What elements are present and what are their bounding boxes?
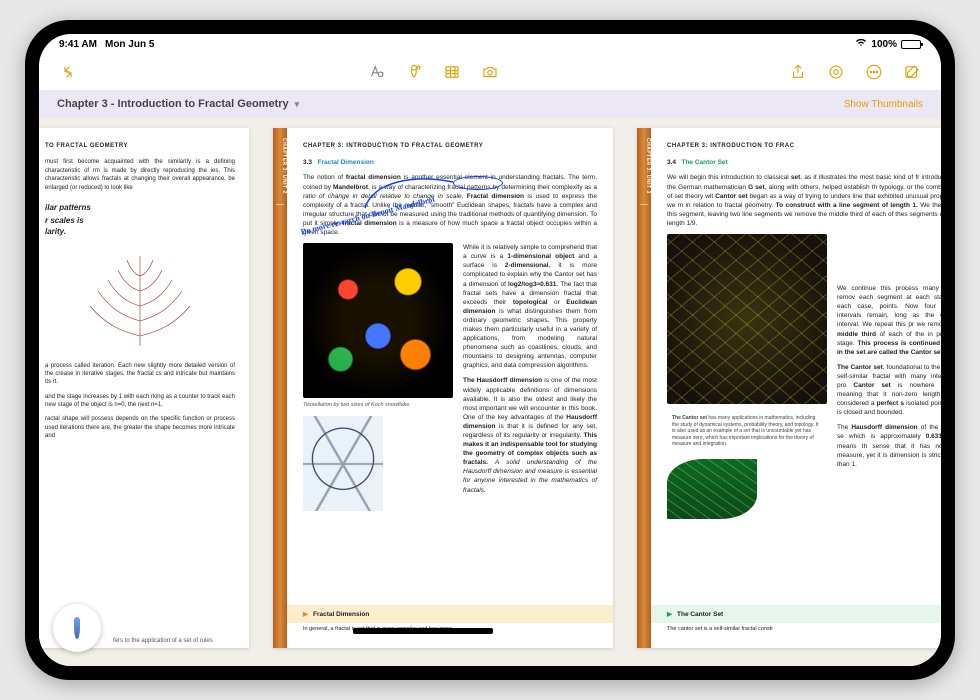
- body-text: and the stage increases by 1 with each r…: [45, 393, 235, 410]
- section-number: 3.3: [303, 159, 312, 166]
- status-bar: 9:41 AM Mon Jun 5 100%: [39, 34, 941, 54]
- spine-label: CHAPTER 3: UNIT 2: [273, 138, 287, 194]
- battery-icon: [901, 40, 921, 49]
- doc-page-3: CHAPTER 3: UNIT 3 CHAPTER 3: INTRODUCTIO…: [637, 128, 941, 648]
- body-text: The Hausdorff dimension of the Cantor se…: [837, 423, 941, 468]
- page-spine: CHAPTER 3: UNIT 3: [637, 128, 651, 648]
- compose-icon[interactable]: [897, 57, 927, 87]
- highlighter-icon[interactable]: [399, 57, 429, 87]
- camera-icon[interactable]: [475, 57, 505, 87]
- section-number: 3.4: [667, 159, 676, 166]
- section-title: The Cantor Set: [681, 159, 727, 166]
- text-style-icon[interactable]: [361, 57, 391, 87]
- status-battery-pct: 100%: [871, 39, 897, 50]
- koch-snowflake-image: [303, 416, 383, 511]
- section-title: Fractal Dimension: [317, 159, 373, 166]
- doc-page-2: CHAPTER 3: UNIT 2 CHAPTER 3: INTRODUCTIO…: [273, 128, 613, 648]
- section-bar: ▶The Cantor Set: [651, 605, 941, 623]
- collapse-icon[interactable]: [53, 57, 83, 87]
- breadcrumb-bar: Chapter 3 - Introduction to Fractal Geom…: [39, 90, 941, 118]
- body-text: The Hausdorff dimension is one of the mo…: [463, 376, 597, 494]
- doc-page-1: TO FRACTAL GEOMETRY must first become ac…: [39, 128, 249, 648]
- body-text: a process called iteration. Each new sli…: [45, 362, 235, 387]
- fern-image: [80, 246, 200, 356]
- breadcrumb-title[interactable]: Chapter 3 - Introduction to Fractal Geom…: [57, 98, 289, 110]
- app-toolbar: [39, 54, 941, 90]
- target-icon[interactable]: [821, 57, 851, 87]
- pencil-tool-button[interactable]: [53, 604, 101, 652]
- body-text: While it is relatively simple to compreh…: [463, 243, 597, 370]
- body-text: The Cantor set, foundational to the esta…: [837, 363, 941, 418]
- status-time: 9:41 AM: [59, 39, 97, 50]
- footer-text: The cantor set is a self-similar fractal…: [667, 623, 941, 634]
- show-thumbnails-link[interactable]: Show Thumbnails: [844, 99, 923, 110]
- running-head: TO FRACTAL GEOMETRY: [45, 142, 235, 150]
- wifi-icon: [855, 38, 867, 50]
- screen: 9:41 AM Mon Jun 5 100%: [39, 34, 941, 666]
- leaf-vein-image: [667, 234, 827, 404]
- image-caption: Tessellation by two sizes of Koch snowfl…: [303, 402, 453, 410]
- redaction-mark: [353, 628, 493, 634]
- page-spine: CHAPTER 3: UNIT 2: [273, 128, 287, 648]
- callout: larity.: [45, 226, 235, 237]
- chevron-down-icon[interactable]: ▾: [295, 99, 300, 110]
- cantor-diagram: [837, 234, 941, 278]
- page1-footer: fers to the application of a set of rule…: [113, 638, 213, 644]
- body-text: The notion of fractal dimension is anoth…: [303, 173, 597, 237]
- more-icon[interactable]: [859, 57, 889, 87]
- callout: r scales is: [45, 215, 235, 226]
- body-text: must first become acquainted with the si…: [45, 158, 235, 192]
- body-text: ractal shape will possess depends on the…: [45, 415, 235, 440]
- ipad-frame: 9:41 AM Mon Jun 5 100%: [25, 20, 955, 680]
- green-leaf-image: [667, 459, 757, 519]
- share-icon[interactable]: [783, 57, 813, 87]
- running-head: CHAPTER 3: INTRODUCTION TO FRAC: [667, 142, 941, 150]
- page-strip[interactable]: TO FRACTAL GEOMETRY must first become ac…: [39, 118, 941, 666]
- side-note: The Cantor set has many applications in …: [667, 410, 827, 453]
- body-text: We continue this process many times, rem…: [837, 284, 941, 357]
- fractal-image: [303, 243, 453, 398]
- callout: ilar patterns: [45, 202, 235, 213]
- table-icon[interactable]: [437, 57, 467, 87]
- status-date: Mon Jun 5: [105, 39, 154, 50]
- spine-label: CHAPTER 3: UNIT 3: [637, 138, 651, 194]
- running-head: CHAPTER 3: INTRODUCTION TO FRACTAL GEOME…: [303, 142, 597, 150]
- section-bar: ▶Fractal Dimension: [287, 605, 613, 623]
- body-text: We will begin this introduction to class…: [667, 173, 941, 228]
